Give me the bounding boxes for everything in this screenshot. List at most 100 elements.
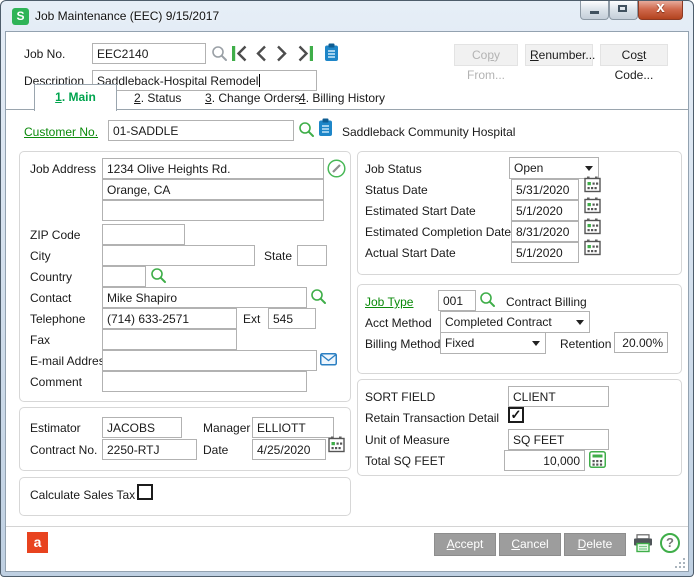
copy-from-button: Copy From...: [454, 44, 518, 82]
contact-input[interactable]: Mike Shapiro: [102, 287, 307, 308]
telephone-input[interactable]: (714) 633-2571: [102, 308, 237, 329]
minimize-button[interactable]: [580, 1, 609, 20]
calculator-icon[interactable]: [589, 451, 606, 468]
title-bar[interactable]: S Job Maintenance (EEC) 9/15/2017: [1, 1, 693, 31]
text-caret: [259, 74, 261, 87]
estimator-input[interactable]: JACOBS: [102, 417, 182, 438]
total-sq-feet-input[interactable]: 10,000: [504, 450, 585, 471]
unit-of-measure-label: Unit of Measure: [365, 433, 450, 447]
acct-method-dropdown[interactable]: Completed Contract: [440, 311, 590, 333]
actual-start-date-input[interactable]: 5/1/2020: [511, 242, 579, 263]
window-title: Job Maintenance (EEC) 9/15/2017: [35, 9, 220, 23]
contract-no-input[interactable]: 2250-RTJ: [102, 439, 197, 460]
office-icon[interactable]: a: [27, 532, 48, 553]
status-date-label: Status Date: [365, 183, 428, 197]
fax-input[interactable]: [102, 329, 237, 350]
city-label: City: [30, 249, 51, 263]
contract-date-label: Date: [203, 443, 229, 457]
customer-no-input[interactable]: 01-SADDLE: [108, 120, 294, 141]
job-memo-icon[interactable]: [324, 43, 339, 62]
address-line2-input[interactable]: Orange, CA: [102, 179, 324, 200]
cancel-button[interactable]: Cancel: [499, 533, 561, 556]
zip-code-input[interactable]: [102, 224, 185, 245]
close-button[interactable]: [638, 1, 683, 20]
ext-label: Ext: [243, 312, 261, 326]
estimator-label: Estimator: [30, 421, 81, 435]
contact-search-icon[interactable]: [310, 288, 327, 305]
job-type-link[interactable]: Job Type: [365, 295, 413, 310]
contract-no-label: Contract No.: [30, 443, 98, 457]
manager-input[interactable]: ELLIOTT: [252, 417, 334, 438]
telephone-label: Telephone: [30, 312, 86, 326]
contact-label: Contact: [30, 291, 72, 305]
estimated-completion-calendar-icon[interactable]: [584, 218, 601, 235]
window-controls: [580, 1, 683, 20]
previous-record-icon[interactable]: [253, 45, 268, 62]
tab-status[interactable]: 2. Status: [134, 91, 181, 105]
next-record-icon[interactable]: [275, 45, 290, 62]
ext-input[interactable]: 545: [268, 308, 316, 329]
contract-date-calendar-icon[interactable]: [328, 436, 345, 453]
city-input[interactable]: [102, 245, 255, 266]
customer-no-link[interactable]: Customer No.: [24, 125, 98, 140]
retain-transaction-detail-label: Retain Transaction Detail: [365, 411, 500, 425]
country-input[interactable]: [102, 266, 146, 287]
zip-code-label: ZIP Code: [30, 228, 81, 242]
maximize-button[interactable]: [609, 1, 638, 20]
last-record-icon[interactable]: [296, 45, 314, 62]
comment-label: Comment: [30, 375, 83, 389]
comment-input[interactable]: [102, 371, 307, 392]
tab-billing-history[interactable]: 4. Billing History: [299, 91, 385, 105]
first-record-icon[interactable]: [231, 45, 249, 62]
printer-icon[interactable]: [632, 534, 654, 553]
actual-start-date-label: Actual Start Date: [365, 246, 456, 260]
country-search-icon[interactable]: [150, 267, 167, 284]
job-address-label: Job Address: [30, 162, 97, 176]
address-line1-input[interactable]: 1234 Olive Heights Rd.: [102, 158, 324, 179]
email-address-label: E-mail Address: [30, 354, 111, 368]
renumber-button[interactable]: Renumber...: [525, 44, 595, 66]
billing-method-label: Billing Method: [365, 337, 441, 351]
job-no-search-icon[interactable]: [211, 45, 228, 62]
tab-change-orders[interactable]: 3. Change Orders: [205, 91, 300, 105]
estimated-completion-date-input[interactable]: 8/31/2020: [511, 221, 579, 242]
cost-code-button[interactable]: Cost Code...: [600, 44, 668, 82]
calculate-sales-tax-checkbox[interactable]: [137, 484, 153, 500]
help-icon[interactable]: ?: [660, 533, 680, 553]
job-type-input[interactable]: 001: [438, 290, 476, 311]
resize-grip[interactable]: [674, 557, 686, 569]
status-date-input[interactable]: 5/31/2020: [511, 179, 579, 200]
actual-start-calendar-icon[interactable]: [584, 239, 601, 256]
contract-date-input[interactable]: 4/25/2020: [252, 439, 326, 460]
description-input[interactable]: Saddleback-Hospital Remodel: [92, 70, 317, 91]
job-maintenance-window: S Job Maintenance (EEC) 9/15/2017 Job No…: [0, 0, 694, 577]
state-input[interactable]: [297, 245, 327, 266]
email-address-input[interactable]: [102, 350, 317, 371]
state-label: State: [264, 249, 293, 263]
estimated-start-calendar-icon[interactable]: [584, 197, 601, 214]
retention-input[interactable]: 20.00%: [614, 332, 668, 353]
status-date-calendar-icon[interactable]: [584, 176, 601, 193]
job-type-search-icon[interactable]: [479, 291, 496, 308]
job-no-input[interactable]: EEC2140: [92, 43, 206, 64]
retain-transaction-detail-checkbox[interactable]: ✓: [508, 407, 524, 423]
dialog-client-area: Job No. EEC2140 Copy From... Renumber...…: [5, 31, 689, 572]
billing-method-dropdown[interactable]: Fixed: [440, 332, 546, 354]
edit-address-icon[interactable]: [327, 159, 346, 178]
customer-name-text: Saddleback Community Hospital: [342, 125, 516, 139]
address-line3-input[interactable]: [102, 200, 324, 221]
footer-divider: [6, 526, 688, 527]
email-envelope-icon[interactable]: [320, 353, 337, 366]
customer-search-icon[interactable]: [298, 121, 315, 138]
sort-field-input[interactable]: CLIENT: [508, 386, 609, 407]
estimated-start-date-input[interactable]: 5/1/2020: [511, 200, 579, 221]
manager-label: Manager: [203, 421, 251, 435]
fax-label: Fax: [30, 333, 51, 347]
accept-button[interactable]: Accept: [434, 533, 496, 556]
tab-main[interactable]: 1. Main: [34, 84, 117, 111]
chevron-down-icon: [532, 341, 540, 350]
chevron-down-icon: [585, 166, 593, 175]
customer-memo-icon[interactable]: [318, 118, 333, 137]
unit-of-measure-input[interactable]: SQ FEET: [508, 429, 609, 450]
delete-button[interactable]: Delete: [564, 533, 626, 556]
